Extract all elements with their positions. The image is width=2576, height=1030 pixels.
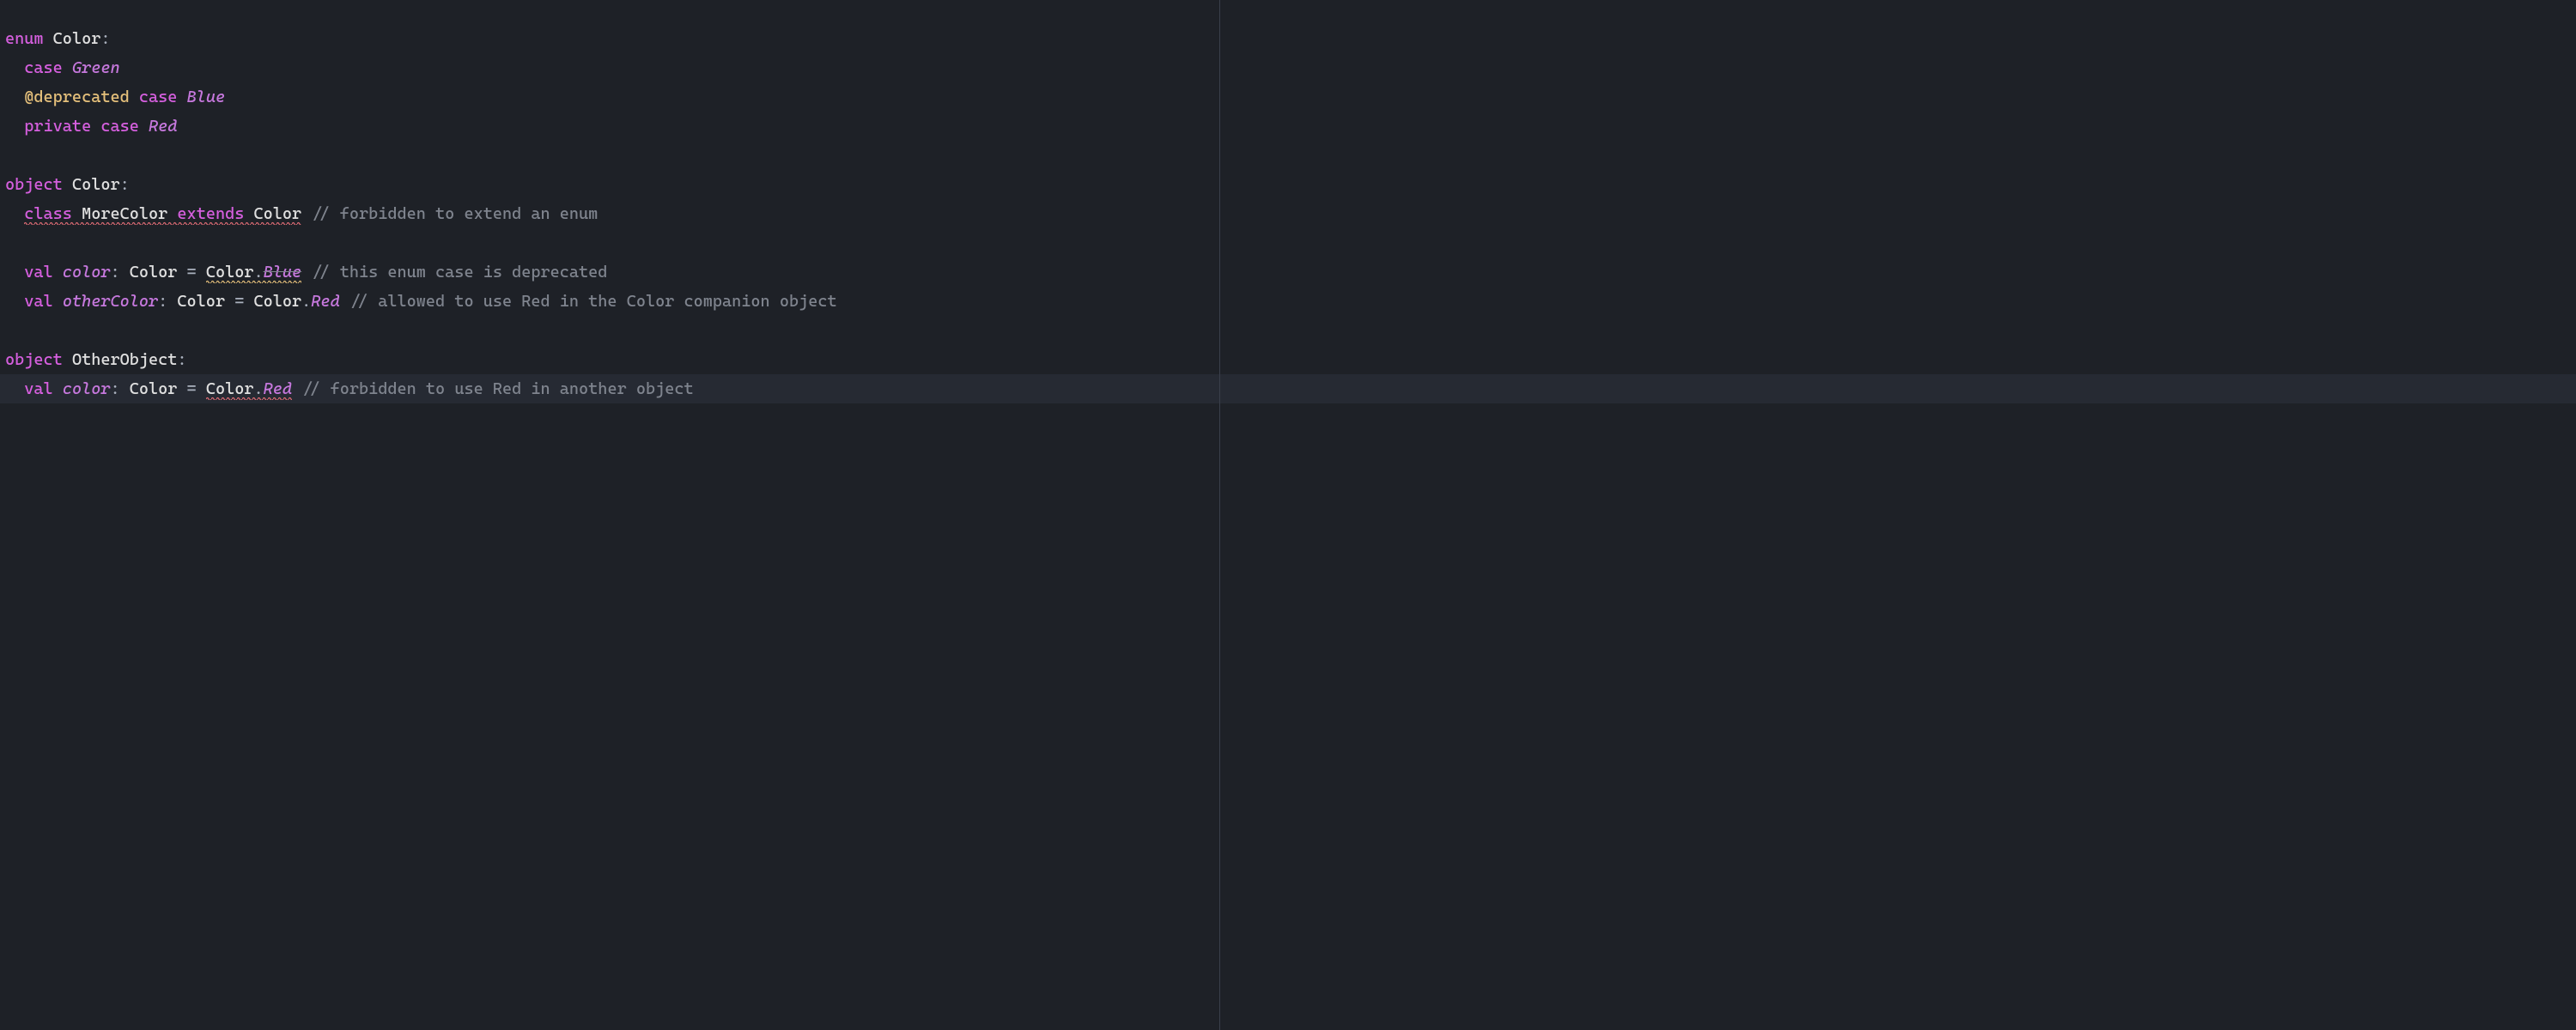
code-line: @deprecated case Blue <box>0 82 2576 112</box>
enum-case-deprecated: Blue <box>264 263 302 282</box>
type-name: Color <box>253 292 301 311</box>
space <box>53 263 63 282</box>
colon: : <box>120 175 130 194</box>
comment: // allowed to use Red in the Color compa… <box>349 292 837 311</box>
colon: : <box>110 379 129 398</box>
dot: . <box>254 263 264 282</box>
code-line-blank <box>0 228 2576 258</box>
code-line: object Color: <box>0 170 2576 199</box>
type-name: MoreColor <box>82 204 167 223</box>
equals: = <box>177 263 205 282</box>
code-line: case Green <box>0 53 2576 82</box>
code-editor[interactable]: enum Color: case Green @deprecated case … <box>0 0 2576 1030</box>
keyword-val: val <box>24 292 52 311</box>
keyword-private: private <box>24 117 91 136</box>
code-line-current: val color: Color = Color.Red // forbidde… <box>0 374 2576 403</box>
keyword-val: val <box>24 263 52 282</box>
space <box>53 379 63 398</box>
space <box>139 117 149 136</box>
enum-case: Red <box>149 117 177 136</box>
space <box>44 29 53 48</box>
indent <box>5 379 24 398</box>
equals: = <box>177 379 205 398</box>
enum-case: Blue <box>187 88 226 106</box>
space <box>53 292 63 311</box>
colon: : <box>158 292 177 311</box>
space <box>63 350 72 369</box>
indent <box>5 263 24 282</box>
val-name: otherColor <box>63 292 158 311</box>
comment: // forbidden to use Red in another objec… <box>301 379 693 398</box>
keyword-enum: enum <box>5 29 44 48</box>
indent <box>5 204 24 223</box>
space <box>167 204 177 223</box>
code-line: class MoreColor extends Color // forbidd… <box>0 199 2576 228</box>
space <box>292 379 301 398</box>
enum-case: Green <box>72 58 120 77</box>
dot: . <box>301 292 311 311</box>
type-name: OtherObject <box>72 350 177 369</box>
type-name: Color <box>72 175 120 194</box>
colon: : <box>110 263 129 282</box>
type-name: Color <box>177 292 225 311</box>
indent <box>5 58 24 77</box>
type-name: Color <box>206 263 254 282</box>
type-name: Color <box>254 204 302 223</box>
keyword-extends: extends <box>177 204 244 223</box>
type-name: Color <box>130 379 178 398</box>
annotation-deprecated: @deprecated <box>24 88 129 106</box>
colon: : <box>177 350 186 369</box>
code-line: enum Color: <box>0 24 2576 53</box>
space <box>72 204 82 223</box>
space <box>63 175 72 194</box>
space <box>91 117 100 136</box>
code-line-blank <box>0 141 2576 170</box>
comment: // forbidden to extend an enum <box>311 204 598 223</box>
comment: // this enum case is deprecated <box>311 263 607 282</box>
space <box>301 263 311 282</box>
type-name: Color <box>130 263 178 282</box>
keyword-object: object <box>5 350 63 369</box>
code-line: object OtherObject: <box>0 345 2576 374</box>
space <box>63 58 72 77</box>
equals: = <box>225 292 253 311</box>
type-name: Color <box>206 379 254 398</box>
keyword-object: object <box>5 175 63 194</box>
space <box>177 88 186 106</box>
dot: . <box>254 379 264 398</box>
keyword-val: val <box>24 379 52 398</box>
space <box>340 292 349 311</box>
column-ruler <box>1219 0 1220 1030</box>
enum-case: Red <box>311 292 339 311</box>
indent <box>5 292 24 311</box>
space <box>301 204 311 223</box>
enum-case: Red <box>264 379 292 398</box>
type-name: Color <box>53 29 101 48</box>
code-line: val color: Color = Color.Blue // this en… <box>0 258 2576 287</box>
code-line: val otherColor: Color = Color.Red // all… <box>0 287 2576 316</box>
code-line-blank <box>0 316 2576 345</box>
keyword-case: case <box>100 117 139 136</box>
space <box>244 204 253 223</box>
val-name: color <box>63 379 111 398</box>
val-name: color <box>63 263 111 282</box>
indent <box>5 117 24 136</box>
indent <box>5 88 24 106</box>
keyword-case: case <box>24 58 63 77</box>
colon: : <box>100 29 110 48</box>
keyword-class: class <box>24 204 72 223</box>
keyword-case: case <box>139 88 178 106</box>
code-line: private case Red <box>0 112 2576 141</box>
space <box>130 88 139 106</box>
